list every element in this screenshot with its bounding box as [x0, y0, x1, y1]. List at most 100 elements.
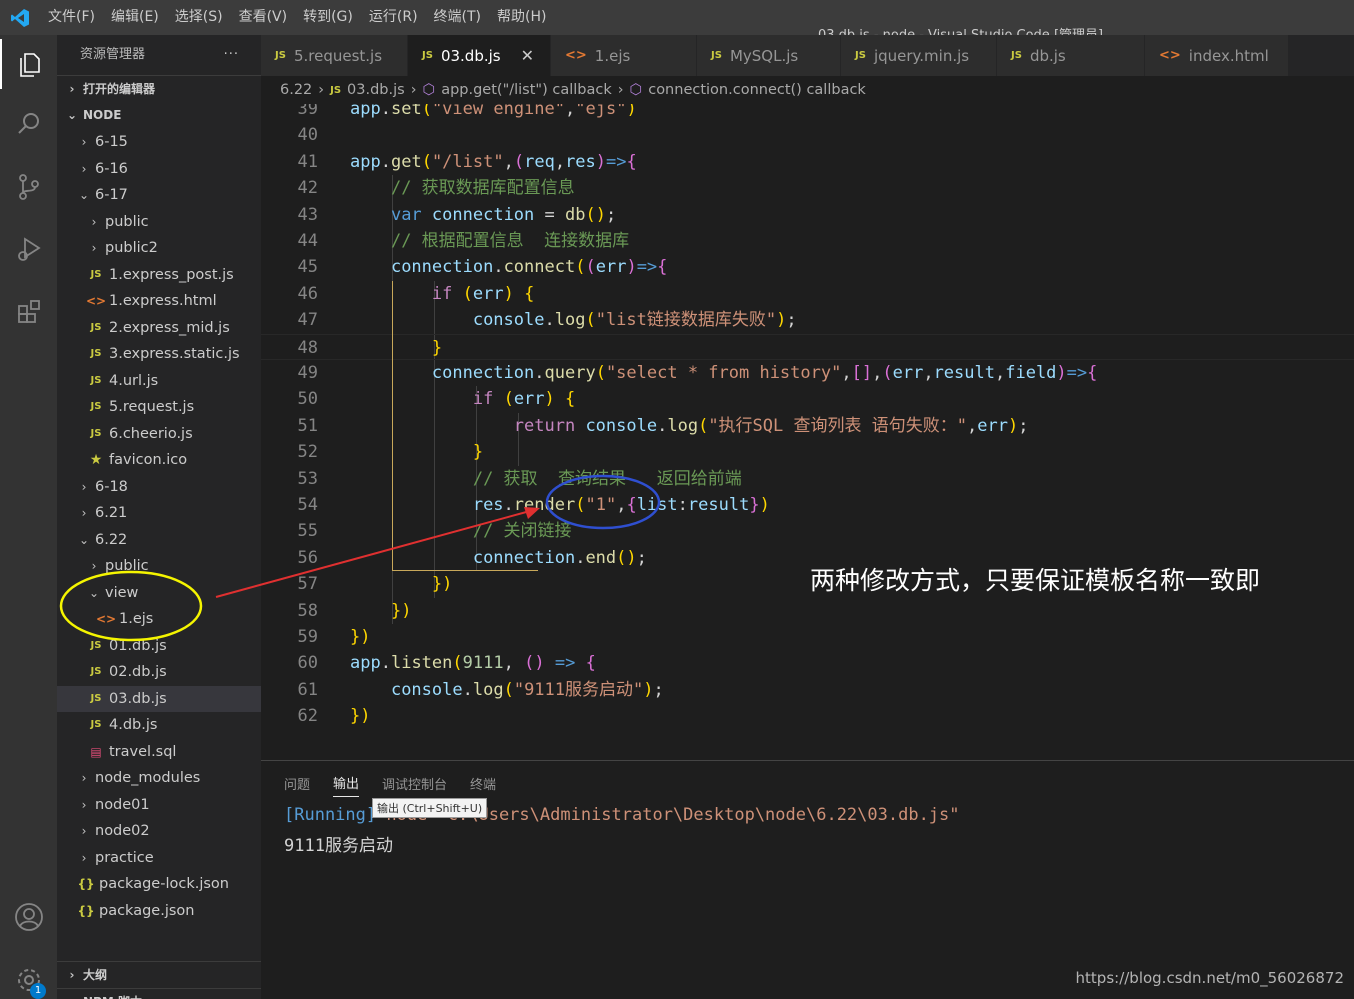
editor-tab[interactable]: JS db.js	[997, 35, 1145, 76]
tree-folder[interactable]: › 6-16	[57, 156, 261, 183]
outline-section[interactable]: › 大纲	[57, 961, 261, 988]
tree-item-label: public	[105, 558, 149, 574]
tree-item-label: 01.db.js	[109, 637, 167, 654]
breadcrumb-symbol-2[interactable]: connection.connect() callback	[648, 82, 866, 98]
menu-item[interactable]: 运行(R)	[361, 0, 426, 35]
js-file-icon: JS	[275, 50, 286, 61]
tree-item-label: 4.db.js	[109, 717, 158, 733]
panel-tab[interactable]: 调试控制台	[382, 770, 447, 797]
tree-folder[interactable]: ⌄ 6-17	[57, 182, 261, 209]
tree-file[interactable]: JS 3.express.static.js	[57, 341, 261, 368]
tree-folder[interactable]: › node01	[57, 792, 261, 819]
breadcrumb-symbol-1[interactable]: app.get("/list") callback	[441, 82, 612, 98]
tree-folder[interactable]: › 6-15	[57, 129, 261, 156]
tree-folder[interactable]: › public2	[57, 235, 261, 262]
code-editor[interactable]: 39 app.set("view engine","ejs") 40 41 app.ge…	[261, 104, 1354, 744]
tree-item-label: 4.url.js	[109, 372, 159, 389]
editor-tab[interactable]: <> 1.ejs	[551, 35, 697, 76]
menu-item[interactable]: 文件(F)	[40, 0, 103, 35]
tree-folder[interactable]: ⌄ view	[57, 580, 261, 607]
code-text: app.get("/list",(req,res)=>{	[350, 151, 637, 172]
code-line: 44 // 根据配置信息 连接数据库	[261, 228, 1354, 254]
tree-folder[interactable]: › 6-18	[57, 474, 261, 501]
search-icon[interactable]	[0, 99, 57, 149]
tree-file[interactable]: <> 1.ejs	[57, 606, 261, 633]
menu-item[interactable]: 查看(V)	[231, 0, 296, 35]
npm-scripts-section[interactable]: › NPM 脚本	[57, 988, 261, 999]
tree-file[interactable]: <> 1.express.html	[57, 288, 261, 315]
tree-file[interactable]: JS 4.url.js	[57, 368, 261, 395]
source-control-icon[interactable]	[0, 162, 57, 212]
js-file-icon: JS	[90, 692, 102, 704]
editor-tab-label: index.html	[1188, 46, 1269, 65]
tree-folder[interactable]: › 6.21	[57, 500, 261, 527]
tree-folder[interactable]: › practice	[57, 845, 261, 872]
code-line: 60 app.listen(9111, () => {	[261, 650, 1354, 676]
tree-item-label: 03.db.js	[109, 690, 167, 707]
menu-item[interactable]: 帮助(H)	[489, 0, 554, 35]
tree-file[interactable]: JS 2.express_mid.js	[57, 315, 261, 342]
tree-file[interactable]: JS 5.request.js	[57, 394, 261, 421]
js-file-icon: JS	[90, 348, 102, 359]
open-editors-section[interactable]: › 打开的编辑器	[57, 75, 261, 102]
js-file-icon: JS	[90, 427, 102, 439]
tree-item-label: 6-15	[95, 134, 128, 150]
tree-folder[interactable]: › public	[57, 553, 261, 580]
chevron-right-icon: ›	[81, 506, 87, 520]
panel-tab[interactable]: 问题	[284, 770, 310, 797]
breadcrumb-file[interactable]: 03.db.js	[347, 82, 405, 98]
chevron-right-icon: ›	[69, 81, 75, 96]
tree-file[interactable]: JS 02.db.js	[57, 659, 261, 686]
account-icon[interactable]	[0, 892, 57, 942]
editor-tab-label: db.js	[1029, 46, 1066, 65]
line-number: 43	[297, 204, 318, 225]
npm-scripts-label: NPM 脚本	[83, 989, 142, 999]
tree-file[interactable]: {} package.json	[57, 898, 261, 925]
more-actions-icon[interactable]: ···	[224, 35, 239, 75]
tree-item-label: public	[105, 213, 149, 230]
js-file-icon: JS	[855, 50, 866, 61]
menu-item[interactable]: 终端(T)	[426, 0, 489, 35]
tree-folder[interactable]: › public	[57, 209, 261, 236]
settings-icon[interactable]: 1	[0, 955, 57, 999]
tree-file[interactable]: ▤ travel.sql	[57, 739, 261, 766]
editor-tab[interactable]: <> index.html	[1145, 35, 1289, 76]
menu-item[interactable]: 转到(G)	[295, 0, 361, 35]
line-number: 47	[297, 310, 318, 331]
chevron-right-icon: ›	[91, 559, 97, 573]
tree-file[interactable]: JS 01.db.js	[57, 633, 261, 660]
chevron-down-icon: ⌄	[78, 188, 90, 202]
editor-tab[interactable]: JS 5.request.js	[261, 35, 408, 76]
tree-folder[interactable]: › node02	[57, 818, 261, 845]
tree-file[interactable]: JS 1.express_post.js	[57, 262, 261, 289]
tree-folder[interactable]: › node_modules	[57, 765, 261, 792]
breadcrumb-folder[interactable]: 6.22	[280, 82, 312, 98]
menu-item[interactable]: 选择(S)	[167, 0, 231, 35]
run-debug-icon[interactable]	[0, 224, 57, 274]
tree-file[interactable]: JS 6.cheerio.js	[57, 421, 261, 448]
tree-folder[interactable]: ⌄ 6.22	[57, 527, 261, 554]
chevron-right-icon: ›	[91, 241, 97, 255]
panel-tab[interactable]: 终端	[470, 770, 496, 797]
tree-file[interactable]: JS 4.db.js	[57, 712, 261, 739]
menu-item[interactable]: 编辑(E)	[103, 0, 167, 35]
explorer-icon[interactable]	[0, 39, 57, 89]
chevron-right-icon: ›	[91, 214, 97, 229]
extensions-icon[interactable]	[0, 287, 57, 337]
code-text: console.log("9111服务启动");	[390, 679, 664, 700]
editor-tab[interactable]: JS 03.db.js ✕	[408, 35, 551, 76]
tree-file[interactable]: ★ favicon.ico	[57, 447, 261, 474]
line-number: 52	[297, 442, 318, 463]
breadcrumb: 6.22 › JS 03.db.js › ⬡ app.get("/list") …	[261, 76, 1354, 104]
tree-file[interactable]: JS 03.db.js	[57, 685, 261, 712]
editor-tab[interactable]: JS MySQL.js	[697, 35, 841, 76]
workspace-root[interactable]: ⌄ NODE	[57, 102, 261, 129]
open-editors-label: 打开的编辑器	[83, 81, 156, 96]
close-icon[interactable]: ✕	[521, 46, 534, 65]
code-text: })	[350, 706, 371, 727]
outline-label: 大纲	[83, 967, 108, 982]
editor-tab[interactable]: JS jquery.min.js	[841, 35, 997, 76]
tree-file[interactable]: {} package-lock.json	[57, 871, 261, 898]
workspace-root-label: NODE	[83, 108, 122, 122]
panel-tab[interactable]: 输出	[333, 769, 360, 797]
